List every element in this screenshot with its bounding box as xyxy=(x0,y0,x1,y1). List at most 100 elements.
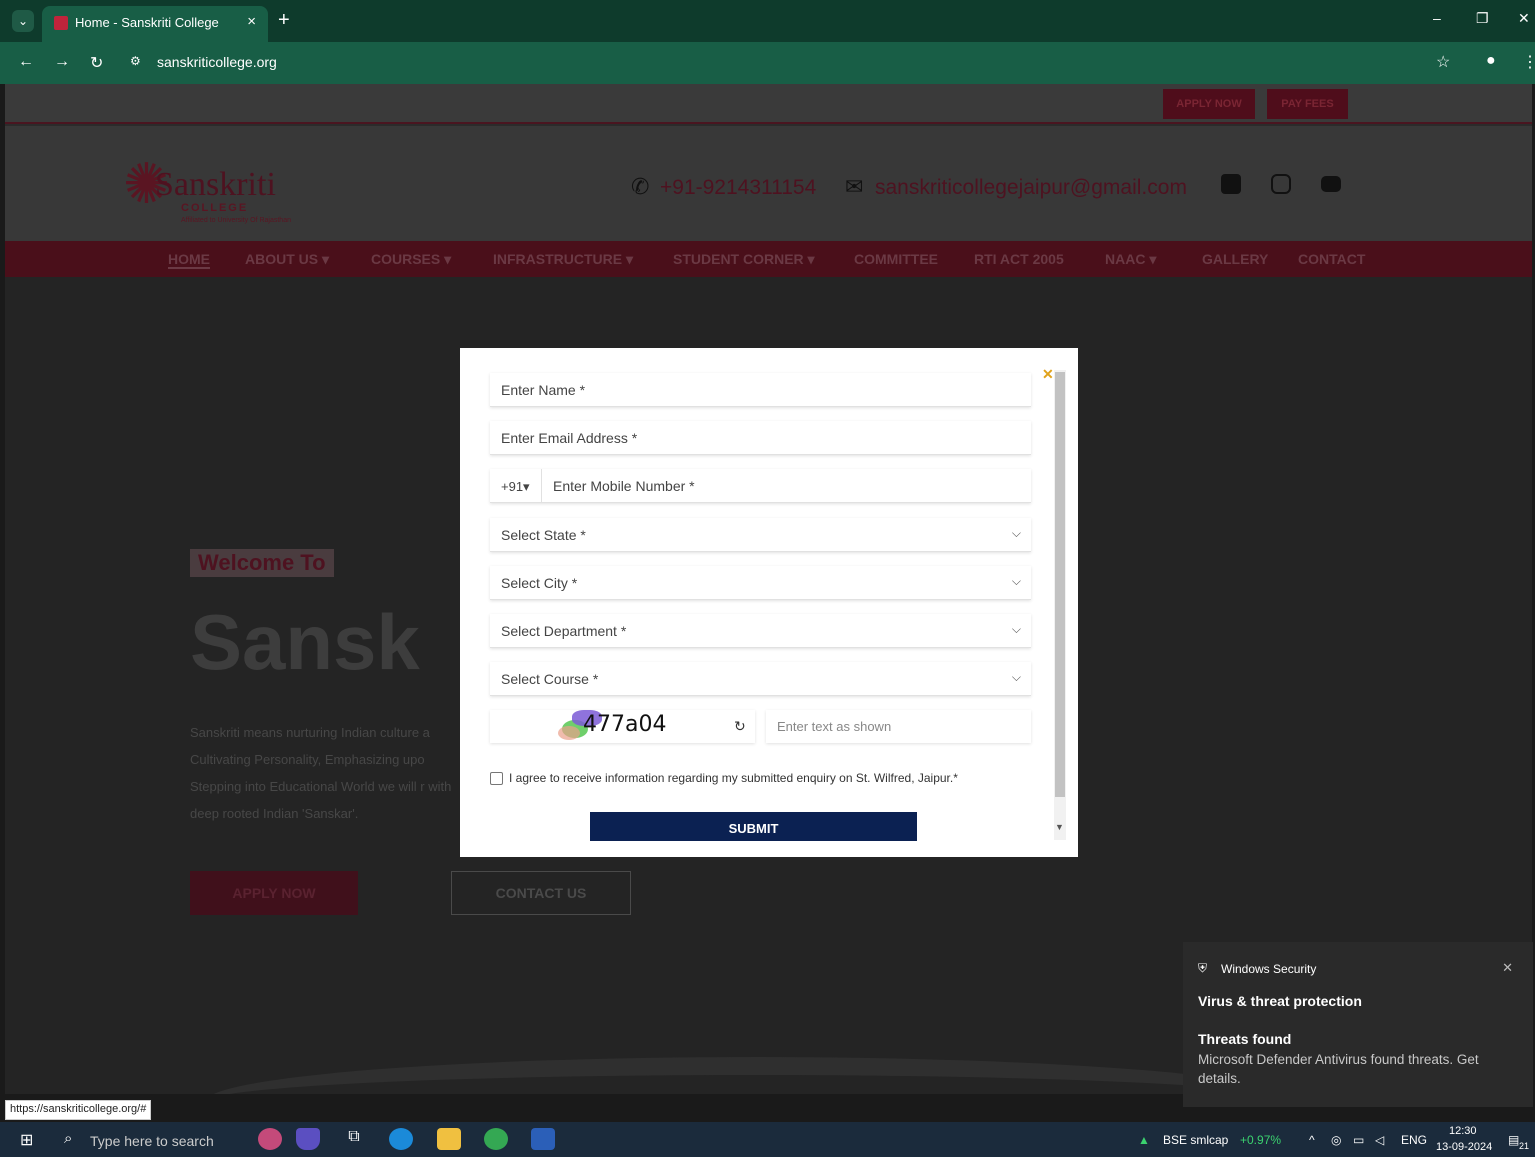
notification-count: 21 xyxy=(1519,1141,1530,1151)
volume-muted-icon[interactable]: ◁ xyxy=(1375,1133,1384,1147)
top-apply-button[interactable]: APPLY NOW xyxy=(1163,89,1255,119)
new-tab-icon[interactable]: + xyxy=(278,9,290,32)
language-indicator[interactable]: ENG xyxy=(1401,1133,1427,1147)
facebook-icon[interactable] xyxy=(1221,174,1241,194)
windows-taskbar: ⊞ ⌕ Type here to search ⧉ ▲ BSE smlcap +… xyxy=(0,1122,1535,1157)
site-settings-icon[interactable]: ⚙ xyxy=(130,54,141,68)
main-nav: HOME ABOUT US ▾ COURSES ▾ INFRASTRUCTURE… xyxy=(5,241,1532,277)
captcha-input[interactable]: Enter text as shown xyxy=(766,710,1031,743)
url-field[interactable]: sanskriticollege.org xyxy=(157,54,277,70)
email-placeholder: Enter Email Address * xyxy=(501,430,638,446)
city-select[interactable]: Select City * ⌵ xyxy=(490,566,1031,600)
chevron-down-icon: ⌵ xyxy=(1011,526,1021,540)
phone-icon: ✆ xyxy=(631,174,650,199)
hat-widget-icon[interactable] xyxy=(296,1128,320,1150)
toast-close-icon[interactable]: ✕ xyxy=(1502,960,1513,976)
state-select-value: Select State * xyxy=(501,527,586,543)
chrome-icon[interactable] xyxy=(484,1128,508,1150)
scroll-down-arrow-icon[interactable]: ▼ xyxy=(1055,822,1064,832)
taskbar-search[interactable]: ⌕ Type here to search xyxy=(54,1122,246,1157)
mail-icon: ✉ xyxy=(845,174,864,199)
word-icon[interactable] xyxy=(531,1128,555,1150)
address-bar: ← → ↻ ⚙ sanskriticollege.org ☆ ● ⋮ xyxy=(0,42,1535,84)
department-select[interactable]: Select Department * ⌵ xyxy=(490,614,1031,648)
toast-body: Microsoft Defender Antivirus found threa… xyxy=(1198,1052,1479,1086)
window-close-icon[interactable]: ✕ xyxy=(1518,10,1530,27)
minimize-icon[interactable]: – xyxy=(1433,10,1441,26)
back-icon[interactable]: ← xyxy=(18,53,34,71)
city-select-value: Select City * xyxy=(501,575,578,591)
file-explorer-icon[interactable] xyxy=(437,1128,461,1150)
notification-icon[interactable]: ▤ xyxy=(1508,1133,1519,1147)
course-select[interactable]: Select Course * ⌵ xyxy=(490,662,1031,696)
mobile-placeholder: Enter Mobile Number * xyxy=(553,478,695,494)
name-field[interactable]: Enter Name * xyxy=(490,373,1031,407)
stock-chart-icon: ▲ xyxy=(1138,1133,1150,1147)
top-pay-fees-button[interactable]: PAY FEES xyxy=(1267,89,1348,119)
task-view-icon[interactable]: ⧉ xyxy=(342,1128,366,1150)
instagram-icon[interactable] xyxy=(1271,174,1291,194)
widget-icon[interactable] xyxy=(258,1128,282,1150)
state-select[interactable]: Select State * ⌵ xyxy=(490,518,1031,552)
edge-icon[interactable] xyxy=(389,1128,413,1150)
tab-search-chevron-icon[interactable]: ⌄ xyxy=(12,10,34,32)
youtube-icon[interactable] xyxy=(1321,176,1341,192)
toast-subheading: Threats found xyxy=(1198,1031,1292,1047)
browser-menu-icon[interactable]: ⋮ xyxy=(1522,52,1535,72)
hero-contact-button[interactable]: CONTACT US xyxy=(451,871,631,915)
clock-time[interactable]: 12:30 xyxy=(1449,1125,1477,1137)
submit-button[interactable]: SUBMIT xyxy=(590,812,917,841)
bookmark-star-icon[interactable]: ☆ xyxy=(1436,52,1450,72)
toast-heading: Virus & threat protection xyxy=(1198,993,1362,1009)
email-field[interactable]: Enter Email Address * xyxy=(490,421,1031,455)
mobile-field[interactable]: +91▾ Enter Mobile Number * xyxy=(490,469,1031,503)
tray-expand-icon[interactable]: ^ xyxy=(1309,1133,1315,1147)
nav-contact[interactable]: CONTACT xyxy=(1298,251,1365,267)
nav-rti-act[interactable]: RTI ACT 2005 xyxy=(974,251,1064,267)
nav-committee[interactable]: COMMITTEE xyxy=(854,251,938,267)
hero-apply-button[interactable]: APPLY NOW xyxy=(190,871,358,915)
nav-infrastructure[interactable]: INFRASTRUCTURE ▾ xyxy=(493,251,633,268)
forward-icon[interactable]: → xyxy=(54,53,70,71)
search-placeholder: Type here to search xyxy=(90,1133,214,1149)
course-select-value: Select Course * xyxy=(501,671,599,687)
header-email[interactable]: sanskriticollegejaipur@gmail.com xyxy=(875,176,1187,200)
nav-gallery[interactable]: GALLERY xyxy=(1202,251,1268,267)
nav-home[interactable]: HOME xyxy=(168,251,210,269)
logo-sub: COLLEGE xyxy=(181,202,249,214)
stock-name[interactable]: BSE smlcap xyxy=(1163,1133,1228,1147)
captcha-refresh-icon[interactable]: ↻ xyxy=(734,718,746,735)
windows-start-icon[interactable]: ⊞ xyxy=(20,1130,33,1150)
country-code-select[interactable]: +91▾ xyxy=(501,479,530,495)
nav-naac[interactable]: NAAC ▾ xyxy=(1105,251,1156,268)
restore-icon[interactable]: ❐ xyxy=(1476,10,1489,27)
chevron-down-icon: ⌵ xyxy=(1011,574,1021,588)
browser-tab[interactable]: Home - Sanskriti College × xyxy=(42,6,268,42)
display-icon[interactable]: ▭ xyxy=(1353,1133,1364,1147)
network-icon[interactable]: ◎ xyxy=(1331,1133,1341,1147)
hero-welcome: Welcome To xyxy=(190,549,334,577)
captcha-noise xyxy=(558,726,580,740)
header-phone[interactable]: +91-9214311154 xyxy=(660,176,816,200)
nav-about-us[interactable]: ABOUT US ▾ xyxy=(245,251,329,268)
logo-name[interactable]: Sanskriti xyxy=(155,166,276,204)
captcha-placeholder: Enter text as shown xyxy=(777,719,892,734)
tab-close-icon[interactable]: × xyxy=(247,13,256,30)
chevron-down-icon: ⌵ xyxy=(1011,622,1021,636)
modal-scrollbar-thumb[interactable] xyxy=(1055,372,1065,797)
clock-date[interactable]: 13-09-2024 xyxy=(1436,1141,1492,1153)
profile-icon[interactable]: ● xyxy=(1486,52,1496,70)
agree-checkbox[interactable] xyxy=(490,772,503,785)
search-icon: ⌕ xyxy=(64,1130,73,1147)
hero-decoration xyxy=(205,1057,1305,1094)
reload-icon[interactable]: ↻ xyxy=(90,53,103,73)
captcha-code: 477a04 xyxy=(583,712,667,737)
security-toast[interactable]: ⛨ Windows Security ✕ Virus & threat prot… xyxy=(1183,942,1533,1107)
nav-courses[interactable]: COURSES ▾ xyxy=(371,251,451,268)
name-placeholder: Enter Name * xyxy=(501,382,586,398)
nav-student-corner[interactable]: STUDENT CORNER ▾ xyxy=(673,251,815,268)
site-favicon-icon xyxy=(54,16,68,30)
toast-app-name: Windows Security xyxy=(1221,962,1317,976)
hero-title: Sansk xyxy=(190,598,420,686)
status-bar-url: https://sanskriticollege.org/# xyxy=(5,1100,152,1120)
